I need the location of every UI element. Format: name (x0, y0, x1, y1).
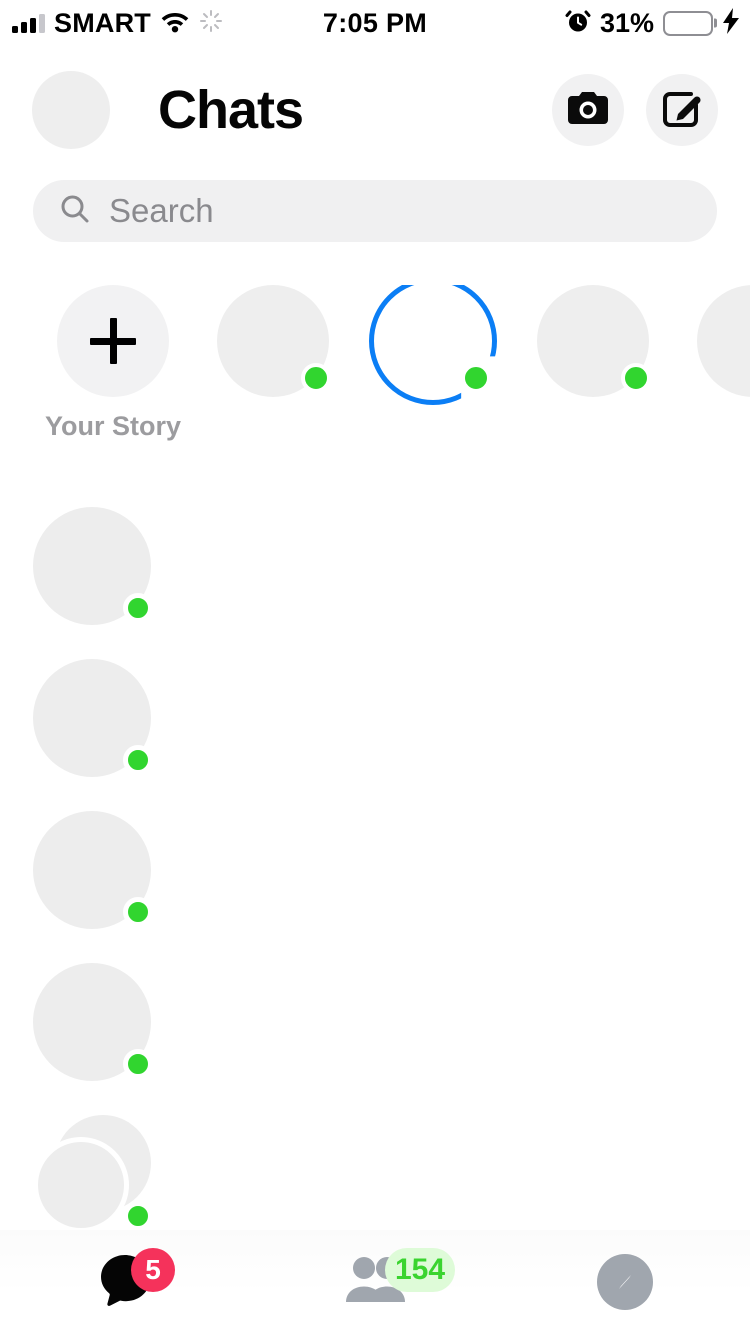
profile-avatar[interactable] (32, 71, 110, 149)
chat-avatar (33, 811, 153, 929)
chat-text (181, 560, 703, 572)
page-header: Chats (0, 55, 750, 165)
plus-icon (57, 285, 169, 397)
search-icon (59, 193, 91, 230)
story-item[interactable] (353, 285, 513, 480)
online-dot (123, 593, 153, 623)
story-item[interactable] (193, 285, 353, 480)
story-avatar[interactable] (537, 285, 651, 397)
charging-bolt-icon (722, 7, 740, 39)
tab-bar: 5 154 (0, 1230, 750, 1334)
people-badge: 154 (385, 1248, 456, 1292)
chat-row[interactable] (0, 794, 750, 946)
search-input[interactable]: Search (109, 192, 214, 230)
stories-row[interactable]: Your Story (0, 285, 750, 480)
online-dot (123, 745, 153, 775)
chats-badge: 5 (131, 1248, 175, 1292)
battery-percent-label: 31% (599, 7, 654, 38)
status-bar-right: 31% (565, 7, 740, 39)
story-your-story[interactable]: Your Story (33, 285, 193, 480)
tab-people[interactable]: 154 (250, 1230, 500, 1334)
chat-avatar (33, 963, 153, 1081)
chat-avatar (33, 507, 153, 625)
chat-row[interactable] (0, 1098, 750, 1230)
page-title: Chats (158, 80, 304, 140)
chat-text (181, 1168, 703, 1180)
story-avatar[interactable] (369, 285, 497, 405)
chat-list[interactable] (0, 490, 750, 1230)
story-avatar[interactable] (697, 285, 750, 397)
compose-button[interactable] (646, 74, 718, 146)
camera-icon (567, 90, 609, 131)
chat-group-avatar (33, 1115, 153, 1230)
tab-chats[interactable]: 5 (0, 1230, 250, 1334)
online-dot (621, 363, 651, 393)
chat-avatar (33, 659, 153, 777)
online-dot (461, 363, 491, 393)
chat-text (181, 864, 703, 876)
online-dot (123, 1049, 153, 1079)
phone-screen: SMART 7:05 PM 31% Chats Search Your Stor… (0, 0, 750, 1334)
story-avatar[interactable] (217, 285, 331, 397)
compose-icon (661, 87, 703, 134)
story-item[interactable] (513, 285, 673, 480)
battery-icon (663, 10, 713, 36)
chat-row[interactable] (0, 490, 750, 642)
alarm-clock-icon (565, 8, 591, 39)
tab-discover[interactable] (500, 1230, 750, 1334)
header-actions (552, 74, 718, 146)
compass-icon (597, 1254, 653, 1310)
chat-row[interactable] (0, 946, 750, 1098)
search-bar[interactable]: Search (33, 180, 717, 242)
online-dot (123, 897, 153, 927)
story-item[interactable] (673, 285, 750, 480)
online-dot (301, 363, 331, 393)
add-story-avatar[interactable] (57, 285, 169, 397)
online-dot (123, 1201, 153, 1230)
status-bar: SMART 7:05 PM 31% (0, 0, 750, 46)
chat-text (181, 712, 703, 724)
chat-row[interactable] (0, 642, 750, 794)
chat-text (181, 1016, 703, 1028)
story-label: Your Story (44, 411, 181, 441)
camera-button[interactable] (552, 74, 624, 146)
